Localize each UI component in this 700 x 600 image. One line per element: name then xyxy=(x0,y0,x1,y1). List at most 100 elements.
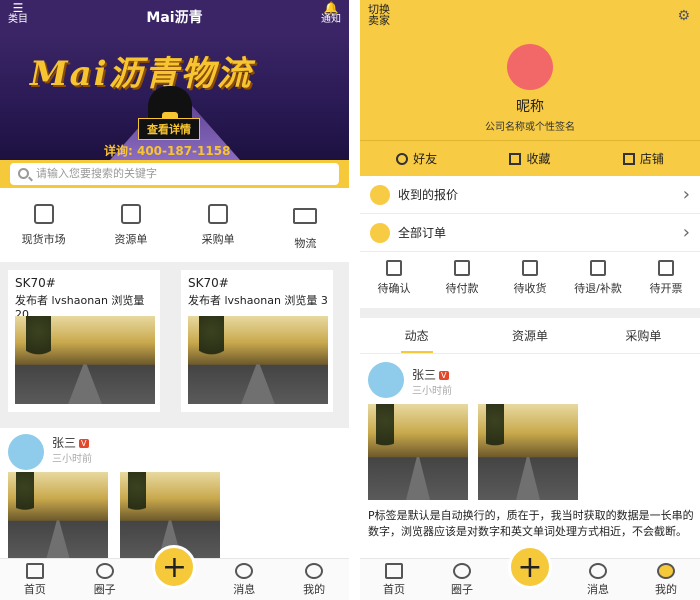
verified-badge: V xyxy=(439,371,449,380)
notify-label: 通知 xyxy=(321,14,341,25)
shop-icon xyxy=(622,153,635,165)
tab-me[interactable]: 我的 xyxy=(632,559,700,600)
promo-banner[interactable]: Mai沥青物流 查看详情 详询: 400-187-1158 xyxy=(0,34,349,160)
post-photo[interactable] xyxy=(478,404,578,500)
truck-icon xyxy=(293,208,318,224)
search-placeholder: 请输入您要搜索的关键字 xyxy=(36,167,157,180)
friends-button[interactable]: 好友 xyxy=(360,141,473,176)
author-name: 张三 xyxy=(52,436,77,450)
verified-badge: V xyxy=(79,439,89,448)
category-logistics[interactable]: 物流 xyxy=(262,194,349,256)
order-label: 待开票 xyxy=(649,282,683,295)
favorites-button[interactable]: 收藏 xyxy=(473,141,586,176)
chevron-right-icon: › xyxy=(682,222,690,243)
listing-publisher: 发布者 lvshaonan xyxy=(188,294,281,307)
row-label: 收到的报价 xyxy=(398,188,459,202)
listing-publisher: 发布者 lvshaonan xyxy=(15,294,108,307)
people-icon xyxy=(396,153,409,165)
calendar-icon xyxy=(33,204,54,224)
order-label: 待确认 xyxy=(377,282,411,295)
post-time: 三小时前 xyxy=(52,454,92,465)
chat-icon xyxy=(235,563,254,579)
post-author[interactable]: 张三 V xyxy=(412,366,449,383)
list-icon xyxy=(120,204,141,224)
category-spot-market[interactable]: 现货市场 xyxy=(0,194,87,256)
tab-publish[interactable]: + xyxy=(496,545,564,600)
switch-seller-button[interactable]: 切换 卖家 xyxy=(368,4,390,26)
tab-circle[interactable]: 圈子 xyxy=(70,559,140,600)
received-quotes-row[interactable]: 收到的报价 › xyxy=(360,176,700,214)
author-name: 张三 xyxy=(412,368,437,382)
tab-label: 首页 xyxy=(23,583,46,596)
order-label: 待收货 xyxy=(513,282,547,295)
add-button[interactable]: + xyxy=(152,545,197,589)
tab-resources[interactable]: 资源单 xyxy=(473,318,586,353)
divider xyxy=(360,308,700,318)
category-label: 采购单 xyxy=(201,233,235,246)
tab-home[interactable]: 首页 xyxy=(0,559,70,600)
order-pending-receipt[interactable]: 待收货 xyxy=(496,256,564,308)
nickname: 昵称 xyxy=(516,99,544,115)
checklist-icon xyxy=(386,260,402,276)
order-pending-payment[interactable]: 待付款 xyxy=(428,256,496,308)
tab-label: 圈子 xyxy=(451,583,473,596)
tab-me[interactable]: 我的 xyxy=(279,559,349,600)
listing-title: SK70# xyxy=(188,276,229,290)
app-title: Mai沥青 xyxy=(146,10,203,26)
banner-phone: 详询: 400-187-1158 xyxy=(104,144,231,158)
search-input[interactable]: 请输入您要搜索的关键字 xyxy=(10,163,339,185)
post-author[interactable]: 张三 V xyxy=(52,434,89,451)
bottom-tabbar: 首页 圈子 + 消息 我的 xyxy=(0,545,349,600)
post-photo[interactable] xyxy=(8,472,108,560)
tab-publish[interactable]: + xyxy=(140,545,210,600)
tab-label: 我的 xyxy=(303,583,326,596)
category-resource-list[interactable]: 资源单 xyxy=(87,194,174,256)
shop-button[interactable]: 店铺 xyxy=(587,141,700,176)
quote-icon xyxy=(370,185,390,205)
order-invoice[interactable]: 待开票 xyxy=(632,256,700,308)
avatar[interactable] xyxy=(368,362,404,398)
chevron-right-icon: › xyxy=(682,184,690,205)
link-icon xyxy=(95,563,114,579)
avatar[interactable] xyxy=(507,44,553,90)
add-button[interactable]: + xyxy=(508,545,552,589)
favorites-label: 收藏 xyxy=(526,152,551,166)
tab-home[interactable]: 首页 xyxy=(360,559,428,600)
home-screen: ☰ 类目 Mai沥青 🔔 通知 Mai沥青物流 查看详情 详询: 400-187… xyxy=(0,0,349,600)
post-photo[interactable] xyxy=(368,404,468,500)
tab-label: 圈子 xyxy=(93,583,116,596)
order-pending-confirm[interactable]: 待确认 xyxy=(360,256,428,308)
chat-icon xyxy=(589,563,607,579)
notify-button[interactable]: 🔔 通知 xyxy=(321,2,341,26)
feed-post: 张三 V 三小时前 xyxy=(0,428,349,560)
listing-card[interactable]: SK70# 发布者 lvshaonan 浏览量 3 xyxy=(181,270,333,412)
link-icon xyxy=(453,563,471,579)
tab-activity[interactable]: 动态 xyxy=(360,318,473,353)
friends-label: 好友 xyxy=(413,152,438,166)
profile-screen: 切换 卖家 ⚙ 昵称 公司名称或个性签名 好友 收藏 店铺 收到的报价 › 全部… xyxy=(360,0,700,600)
wallet-icon xyxy=(454,260,470,276)
order-refund[interactable]: 待退/补款 xyxy=(564,256,632,308)
banner-headline: Mai沥青物流 xyxy=(30,54,253,94)
user-icon xyxy=(305,563,324,579)
row-label: 全部订单 xyxy=(398,226,447,240)
order-status-bar: 待确认 待付款 待收货 待退/补款 待开票 xyxy=(360,256,700,308)
tab-purchases[interactable]: 采购单 xyxy=(587,318,700,353)
tab-circle[interactable]: 圈子 xyxy=(428,559,496,600)
all-orders-row[interactable]: 全部订单 › xyxy=(360,214,700,252)
tab-messages[interactable]: 消息 xyxy=(209,559,279,600)
gear-icon[interactable]: ⚙ xyxy=(677,8,690,24)
post-text: P标签是默认是自动换行的，质在于，我当时获取的数据是一长串的数字，浏览器应该是对… xyxy=(368,509,694,538)
user-icon xyxy=(657,563,675,579)
box-icon xyxy=(522,260,538,276)
tab-messages[interactable]: 消息 xyxy=(564,559,632,600)
listing-card[interactable]: SK70# 发布者 lvshaonan 浏览量 20 xyxy=(8,270,160,412)
banner-detail-button[interactable]: 查看详情 xyxy=(138,118,200,140)
listing-photo xyxy=(15,316,155,404)
home-icon xyxy=(385,563,403,579)
avatar[interactable] xyxy=(8,434,44,470)
screen-divider xyxy=(349,0,360,600)
category-purchase-list[interactable]: 采购单 xyxy=(175,194,262,256)
listing-title: SK70# xyxy=(15,276,56,290)
tab-label: 首页 xyxy=(383,583,405,596)
